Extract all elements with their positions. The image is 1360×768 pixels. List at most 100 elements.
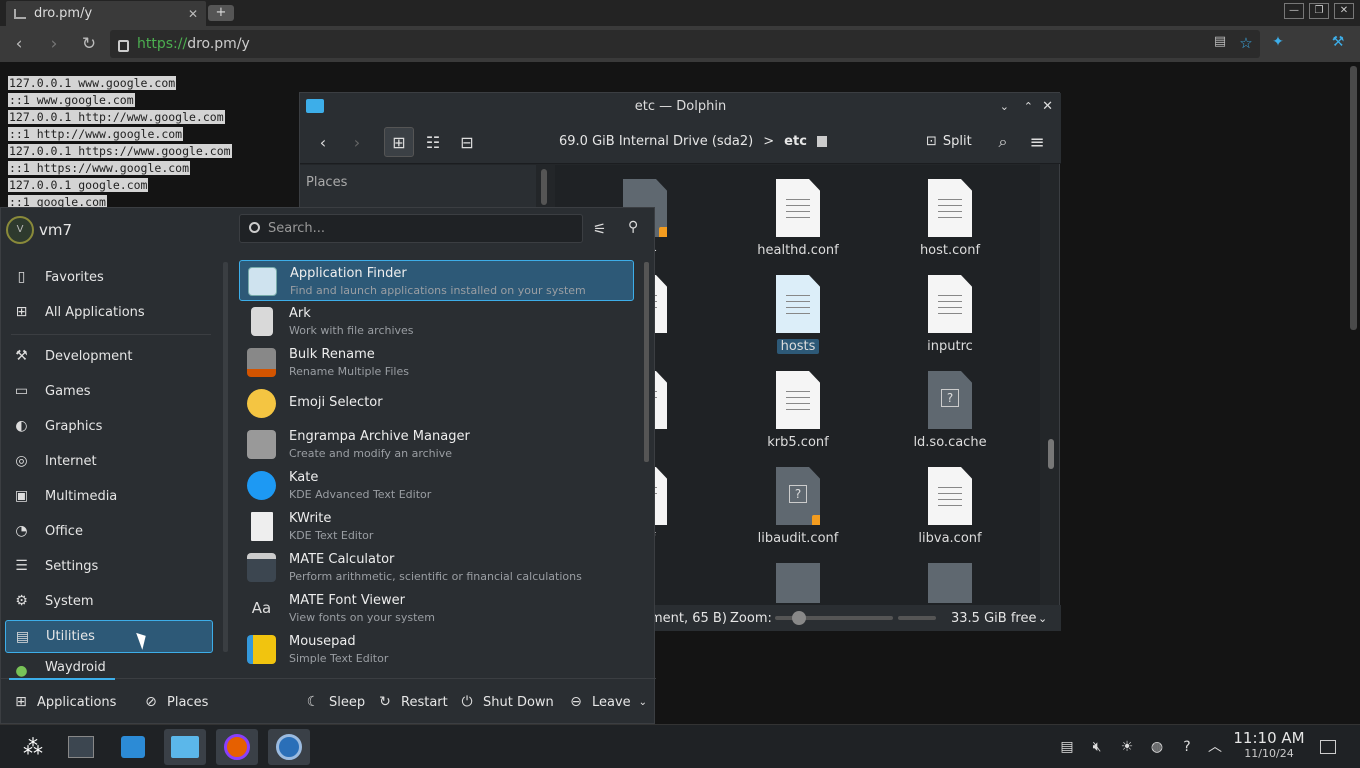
file-name: libaudit.conf: [757, 531, 839, 546]
hamburger-menu-icon[interactable]: ≡: [1022, 127, 1052, 157]
category-office[interactable]: ◔ Office: [5, 515, 213, 548]
app-item-mousepad[interactable]: Mousepad Simple Text Editor: [239, 629, 634, 670]
app-item-mate-calculator[interactable]: MATE Calculator Perform arithmetic, scie…: [239, 547, 634, 588]
sleep-button[interactable]: ☾ Sleep: [305, 694, 365, 710]
category-scrollbar[interactable]: [223, 262, 228, 652]
places-tab[interactable]: ⊘ Places: [143, 694, 208, 710]
task-firefox[interactable]: [216, 729, 258, 765]
file-view-scrollbar[interactable]: [1048, 439, 1054, 469]
category-all-applications[interactable]: ⊞ All Applications: [5, 296, 213, 329]
category-graphics[interactable]: ◐ Graphics: [5, 410, 213, 443]
bookmark-star-icon[interactable]: ☆: [1236, 34, 1256, 52]
back-icon[interactable]: ‹: [308, 127, 338, 157]
page-scrollbar[interactable]: [1350, 66, 1357, 330]
tools-icon[interactable]: ⚒: [1328, 34, 1348, 50]
category-multimedia[interactable]: ▣ Multimedia: [5, 480, 213, 513]
file-item[interactable]: host.conf: [890, 179, 1010, 258]
browser-tab[interactable]: dro.pm/y ✕: [6, 1, 206, 26]
help-icon[interactable]: ?: [1178, 738, 1196, 756]
clock[interactable]: 11:10 AM 11/10/24: [1226, 729, 1312, 760]
split-button[interactable]: ⊡ Split: [926, 134, 972, 149]
reload-icon[interactable]: ↻: [79, 34, 99, 54]
file-icon[interactable]: [776, 563, 820, 603]
zoom-slider-handle[interactable]: [792, 611, 806, 625]
reader-icon[interactable]: ▤: [1210, 34, 1230, 49]
power-icon: ⏻: [461, 694, 473, 710]
hammer-icon: ⚒: [15, 348, 28, 364]
back-icon[interactable]: ‹: [9, 34, 29, 54]
app-item-kate[interactable]: Kate KDE Advanced Text Editor: [239, 465, 634, 506]
volume-muted-icon[interactable]: 🔇︎: [1088, 738, 1106, 756]
address-bar[interactable]: https:// dro.pm/y: [110, 30, 1260, 58]
search-placeholder: Search...: [268, 221, 326, 236]
brightness-icon[interactable]: ☀: [1118, 738, 1136, 756]
configure-icon[interactable]: ⚟: [593, 220, 606, 238]
breadcrumb-current[interactable]: etc: [784, 134, 807, 149]
close-icon[interactable]: ✕: [1042, 93, 1053, 120]
text-file-icon: [928, 179, 972, 237]
chevron-up-icon[interactable]: ︿: [1206, 738, 1224, 756]
chevron-down-icon[interactable]: ⌄: [1038, 612, 1047, 625]
restart-button[interactable]: ↻ Restart: [377, 694, 448, 710]
window-close-icon[interactable]: ✕: [1334, 3, 1354, 19]
chevron-down-icon[interactable]: ⌄: [1000, 93, 1009, 120]
forward-icon[interactable]: ›: [342, 127, 372, 157]
file-item[interactable]: ? ld.so.cache: [890, 371, 1010, 450]
app-item-kwrite[interactable]: KWrite KDE Text Editor: [239, 506, 634, 547]
applications-tab[interactable]: ⊞ Applications: [13, 694, 116, 710]
restore-icon[interactable]: ❐: [1309, 3, 1329, 19]
file-item[interactable]: inputrc: [890, 275, 1010, 354]
pin-icon[interactable]: ⚲: [628, 219, 638, 235]
task-dolphin[interactable]: [164, 729, 206, 765]
file-item[interactable]: healthd.conf: [738, 179, 858, 258]
leave-button[interactable]: ⊖ Leave ⌄: [568, 694, 647, 710]
places-scrollbar[interactable]: [541, 169, 547, 205]
app-item-emoji-selector[interactable]: Emoji Selector: [239, 383, 634, 424]
category-settings[interactable]: ☰ Settings: [5, 550, 213, 583]
free-space[interactable]: 33.5 GiB free: [951, 611, 1036, 626]
category-favorites[interactable]: ▯ Favorites: [5, 261, 213, 294]
app-item-ark[interactable]: Ark Work with file archives: [239, 301, 634, 342]
file-name: hosts: [776, 339, 820, 354]
category-internet[interactable]: ◎ Internet: [5, 445, 213, 478]
file-item-selected[interactable]: hosts: [738, 275, 858, 354]
maximize-icon[interactable]: ⌃: [1024, 93, 1033, 120]
category-games[interactable]: ▭ Games: [5, 375, 213, 408]
tab-close-icon[interactable]: ✕: [188, 7, 198, 21]
search-icon[interactable]: ⌕: [988, 127, 1018, 157]
icons-view-icon[interactable]: ⊞: [384, 127, 414, 157]
task-discover[interactable]: [112, 729, 154, 765]
file-name: inputrc: [927, 339, 973, 354]
file-item[interactable]: ? libaudit.conf: [738, 467, 858, 546]
text-file-icon: [928, 467, 972, 525]
category-development[interactable]: ⚒ Development: [5, 340, 213, 373]
avatar[interactable]: V: [6, 216, 34, 244]
file-item[interactable]: krb5.conf: [738, 371, 858, 450]
details-view-icon[interactable]: ⊟: [452, 127, 482, 157]
app-item-mate-font-viewer[interactable]: Aa MATE Font Viewer View fonts on your s…: [239, 588, 634, 629]
extension-icon[interactable]: ✦: [1268, 34, 1288, 50]
forward-icon[interactable]: ›: [44, 34, 64, 54]
shutdown-button[interactable]: ⏻ Shut Down: [459, 694, 553, 710]
app-item-application-finder[interactable]: Application Finder Find and launch appli…: [239, 260, 634, 301]
clipboard-icon[interactable]: ▤: [1058, 738, 1076, 756]
show-desktop-icon[interactable]: [1320, 740, 1336, 754]
app-launcher-button[interactable]: ⁂: [12, 729, 54, 765]
category-system[interactable]: ⚙ System: [5, 585, 213, 618]
app-item-bulk-rename[interactable]: Bulk Rename Rename Multiple Files: [239, 342, 634, 383]
app-list-scrollbar[interactable]: [644, 262, 649, 462]
category-utilities[interactable]: ▤ Utilities: [5, 620, 213, 653]
file-item[interactable]: libva.conf: [890, 467, 1010, 546]
task-browser[interactable]: [268, 729, 310, 765]
compact-view-icon[interactable]: ☷: [418, 127, 448, 157]
network-icon[interactable]: ◍: [1148, 738, 1166, 756]
new-tab-button[interactable]: +: [208, 5, 234, 21]
task-system-settings[interactable]: [60, 729, 102, 765]
category-waydroid[interactable]: ● Waydroid: [5, 655, 213, 680]
file-icon[interactable]: [928, 563, 972, 603]
minimize-icon[interactable]: —: [1284, 3, 1304, 19]
breadcrumb-drive[interactable]: 69.0 GiB Internal Drive (sda2): [559, 134, 753, 149]
app-item-engrampa[interactable]: Engrampa Archive Manager Create and modi…: [239, 424, 634, 465]
dolphin-titlebar[interactable]: etc — Dolphin ⌄ ⌃ ✕: [300, 93, 1061, 120]
search-input[interactable]: Search...: [239, 214, 583, 243]
